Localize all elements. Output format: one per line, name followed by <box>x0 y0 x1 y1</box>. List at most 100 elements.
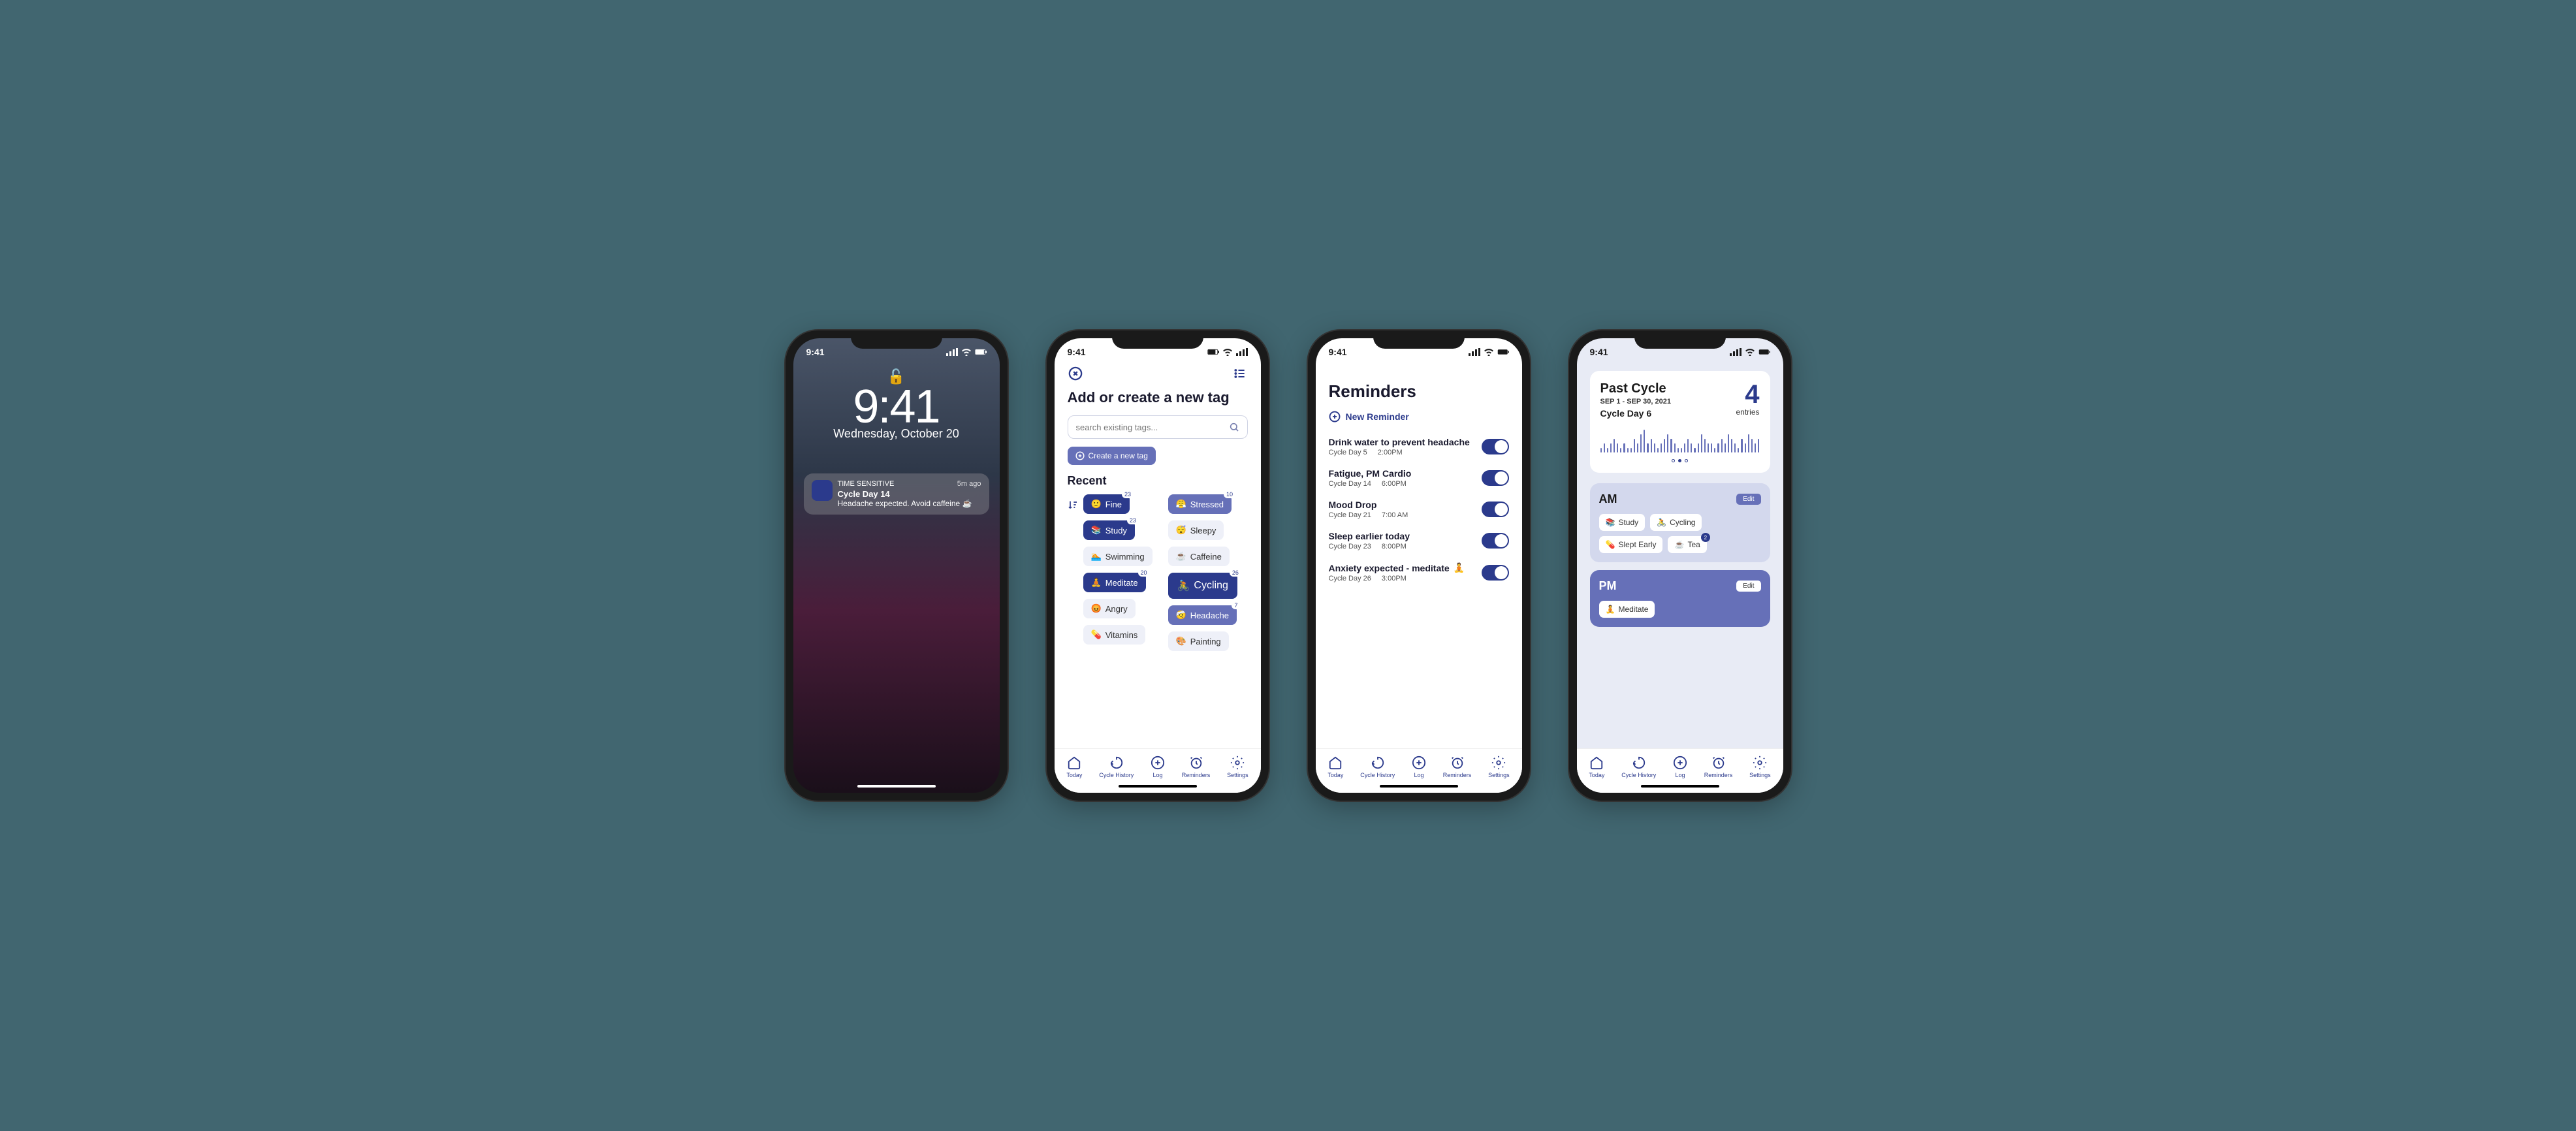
chip-label: Meditate <box>1618 605 1648 614</box>
tab-log[interactable]: Log <box>1673 756 1687 778</box>
tag-stressed[interactable]: 😤Stressed10 <box>1168 494 1232 514</box>
tag-headache[interactable]: 🤕Headache7 <box>1168 605 1237 625</box>
tab-settings[interactable]: Settings <box>1227 756 1248 778</box>
search-input[interactable] <box>1068 415 1248 439</box>
reminder-item[interactable]: Mood DropCycle Day 217:00 AM <box>1329 500 1509 519</box>
dot[interactable] <box>1685 459 1688 462</box>
tag-study[interactable]: 📚Study23 <box>1083 520 1135 540</box>
tag-badge: 23 <box>1127 517 1139 524</box>
wifi-icon <box>1744 348 1756 356</box>
list-button[interactable] <box>1232 366 1248 381</box>
tab-today[interactable]: Today <box>1589 756 1604 778</box>
tab-label: Today <box>1328 772 1343 778</box>
tag-meditate[interactable]: 🧘Meditate20 <box>1083 573 1146 592</box>
sort-button[interactable] <box>1068 500 1078 513</box>
battery-icon <box>1497 348 1509 356</box>
reminder-item[interactable]: Sleep earlier todayCycle Day 238:00PM <box>1329 531 1509 550</box>
tag-caffeine[interactable]: ☕Caffeine <box>1168 547 1230 566</box>
tag-cycling[interactable]: 🚴Cycling26 <box>1168 573 1237 599</box>
tag-angry[interactable]: 😡Angry <box>1083 599 1136 618</box>
tag-vitamins[interactable]: 💊Vitamins <box>1083 625 1146 645</box>
notification-card[interactable]: TIME SENSITIVE 5m ago Cycle Day 14 Heada… <box>804 473 989 515</box>
home-indicator[interactable] <box>1380 785 1458 788</box>
reminder-list: Drink water to prevent headache Cycle Day… <box>1329 437 1509 582</box>
chip-emoji: ☕ <box>1674 540 1684 549</box>
tab-reminders[interactable]: Reminders <box>1443 756 1472 778</box>
status-time: 9:41 <box>1590 347 1608 357</box>
chip-cycling[interactable]: 🚴Cycling <box>1650 514 1702 531</box>
home-indicator[interactable] <box>1119 785 1197 788</box>
tab-today[interactable]: Today <box>1328 756 1343 778</box>
status-time: 9:41 <box>1068 347 1086 357</box>
spark-bar <box>1687 439 1689 453</box>
tag-emoji: ☕ <box>1176 551 1186 562</box>
tab-settings[interactable]: Settings <box>1488 756 1510 778</box>
tag-label: Angry <box>1105 604 1128 614</box>
toggle-switch[interactable] <box>1482 502 1509 517</box>
tab-log[interactable]: Log <box>1412 756 1426 778</box>
sparkline-chart <box>1600 426 1760 453</box>
wifi-icon <box>961 348 972 356</box>
tab-label: Cycle History <box>1621 772 1656 778</box>
tab-reminders[interactable]: Reminders <box>1704 756 1733 778</box>
chip-meditate[interactable]: 🧘Meditate <box>1599 601 1655 618</box>
reminder-time: 8:00PM <box>1382 543 1407 550</box>
dot[interactable] <box>1672 459 1675 462</box>
lock-time: 9:41 <box>793 380 1000 434</box>
search-field[interactable] <box>1076 422 1224 432</box>
tab-reminders[interactable]: Reminders <box>1182 756 1211 778</box>
chip-label: Tea <box>1687 540 1700 549</box>
toggle-switch[interactable] <box>1482 565 1509 581</box>
create-tag-button[interactable]: Create a new tag <box>1068 447 1156 465</box>
tag-label: Fine <box>1105 500 1122 509</box>
spark-bar <box>1714 448 1715 453</box>
toggle-switch[interactable] <box>1482 470 1509 486</box>
spark-bar <box>1654 443 1655 453</box>
tag-emoji: 🏊 <box>1091 551 1102 562</box>
reminder-title: Drink water to prevent headache <box>1329 437 1482 447</box>
reminder-day: Cycle Day 21 <box>1329 511 1371 519</box>
tab-settings[interactable]: Settings <box>1749 756 1771 778</box>
edit-button[interactable]: Edit <box>1736 581 1760 592</box>
toggle-switch[interactable] <box>1482 439 1509 454</box>
page-dots[interactable] <box>1600 459 1760 462</box>
tab-cycle-history[interactable]: Cycle History <box>1099 756 1134 778</box>
tag-swimming[interactable]: 🏊Swimming <box>1083 547 1153 566</box>
spark-bar <box>1600 448 1602 453</box>
notch <box>851 330 942 349</box>
past-cycle-card[interactable]: Past Cycle SEP 1 - SEP 30, 2021 Cycle Da… <box>1590 371 1770 473</box>
tag-badge: 23 <box>1122 490 1134 498</box>
home-indicator[interactable] <box>857 785 936 788</box>
tab-cycle-history[interactable]: Cycle History <box>1360 756 1395 778</box>
status-time: 9:41 <box>806 347 825 357</box>
home-indicator[interactable] <box>1641 785 1719 788</box>
chip-label: Slept Early <box>1618 540 1656 549</box>
tag-painting[interactable]: 🎨Painting <box>1168 631 1229 651</box>
tag-emoji: 🧘 <box>1091 577 1102 588</box>
notif-timestamp: 5m ago <box>957 480 981 488</box>
reminder-item[interactable]: Fatigue, PM CardioCycle Day 146:00PM <box>1329 468 1509 488</box>
tag-label: Cycling <box>1194 580 1228 592</box>
tab-log[interactable]: Log <box>1151 756 1165 778</box>
notif-message: Headache expected. Avoid caffeine ☕ <box>838 499 981 508</box>
pm-title: PM <box>1599 579 1617 593</box>
chip-study[interactable]: 📚Study <box>1599 514 1646 531</box>
toggle-switch[interactable] <box>1482 533 1509 549</box>
close-button[interactable] <box>1068 366 1083 381</box>
tag-sleepy[interactable]: 😴Sleepy <box>1168 520 1224 540</box>
spark-bar <box>1664 439 1665 453</box>
reminder-item[interactable]: Anxiety expected - meditate 🧘Cycle Day 2… <box>1329 562 1509 582</box>
new-reminder-button[interactable]: New Reminder <box>1329 411 1509 422</box>
tag-emoji: 🤕 <box>1176 610 1186 620</box>
phone-past-cycle: 9:41 Past Cycle SEP 1 - SEP 30, 2021 Cyc… <box>1569 330 1791 801</box>
tag-fine[interactable]: 🙂Fine23 <box>1083 494 1130 514</box>
tag-label: Stressed <box>1190 500 1224 509</box>
tab-cycle-history[interactable]: Cycle History <box>1621 756 1656 778</box>
chip-slept-early[interactable]: 💊Slept Early <box>1599 536 1663 553</box>
tab-today[interactable]: Today <box>1066 756 1082 778</box>
list-icon <box>1233 367 1247 380</box>
edit-button[interactable]: Edit <box>1736 494 1760 505</box>
reminder-item[interactable]: Drink water to prevent headacheCycle Day… <box>1329 437 1509 456</box>
dot-active[interactable] <box>1678 459 1681 462</box>
chip-tea[interactable]: ☕Tea2 <box>1668 536 1706 553</box>
